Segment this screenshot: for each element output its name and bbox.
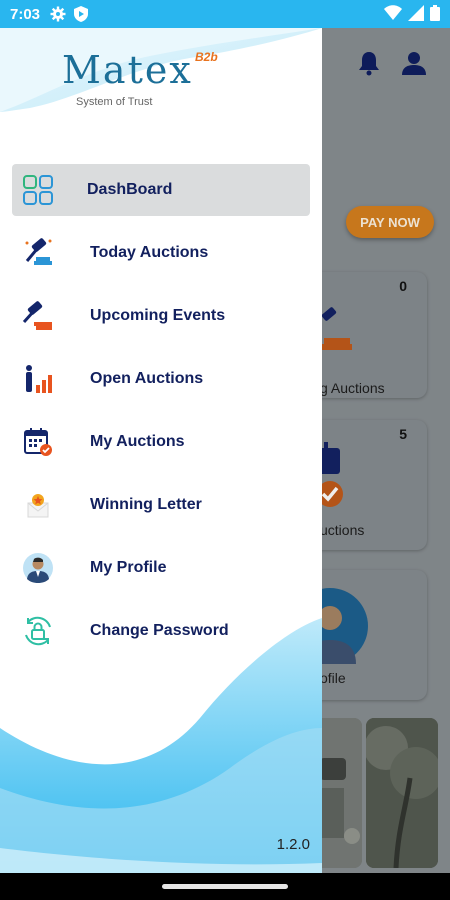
logo-suffix: B2b bbox=[195, 50, 218, 64]
menu-item-today-auctions[interactable]: Today Auctions bbox=[12, 227, 310, 279]
menu-label: Winning Letter bbox=[90, 496, 202, 513]
card-label: ofile bbox=[320, 670, 346, 686]
card-count: 5 bbox=[399, 426, 407, 442]
dashboard-icon bbox=[23, 175, 53, 205]
gavel-icon bbox=[25, 238, 52, 265]
menu-item-change-password[interactable]: Change Password bbox=[12, 605, 310, 657]
pay-now-button[interactable]: PAY NOW bbox=[346, 206, 434, 238]
profile-avatar-icon bbox=[23, 553, 53, 583]
banner-photo bbox=[366, 718, 438, 868]
bar-chart-person-icon bbox=[26, 365, 52, 393]
card-label: g Auctions bbox=[320, 380, 385, 396]
card-count: 0 bbox=[399, 278, 407, 294]
shield-play-icon bbox=[74, 6, 89, 22]
battery-icon bbox=[430, 5, 440, 21]
menu-label: Today Auctions bbox=[90, 244, 209, 261]
menu-label: My Auctions bbox=[90, 433, 185, 450]
menu-label: Open Auctions bbox=[90, 370, 204, 387]
settings-icon bbox=[50, 6, 66, 22]
logo-name: Matex bbox=[62, 48, 193, 92]
gavel-icon bbox=[320, 307, 352, 350]
account-icon[interactable] bbox=[401, 50, 427, 76]
menu-item-winning-letter[interactable]: Winning Letter bbox=[12, 479, 310, 531]
menu-label: Change Password bbox=[90, 622, 229, 639]
matex-logo: Matex B2b System of Trust bbox=[62, 48, 232, 118]
award-letter-icon bbox=[27, 494, 49, 518]
menu-label: Upcoming Events bbox=[90, 307, 226, 324]
system-navigation-bar bbox=[0, 873, 450, 900]
upcoming-gavel-icon bbox=[22, 301, 52, 330]
menu-label: My Profile bbox=[90, 559, 167, 576]
notification-bell-icon[interactable] bbox=[356, 50, 382, 76]
profile-avatar-icon bbox=[318, 588, 368, 664]
navigation-drawer: Matex B2b System of Trust DashBoard Toda… bbox=[0, 28, 322, 873]
card-label: uctions bbox=[320, 522, 365, 538]
wifi-icon bbox=[384, 5, 402, 20]
cell-signal-icon bbox=[408, 5, 424, 21]
menu-item-my-auctions[interactable]: My Auctions bbox=[12, 416, 310, 468]
menu-item-dashboard[interactable]: DashBoard bbox=[12, 164, 310, 216]
menu-item-my-profile[interactable]: My Profile bbox=[12, 542, 310, 594]
calendar-check-icon bbox=[24, 428, 52, 456]
home-gesture-handle[interactable] bbox=[162, 884, 288, 889]
status-bar: 7:03 bbox=[0, 0, 450, 28]
calendar-check-icon bbox=[318, 442, 343, 507]
lock-refresh-icon bbox=[25, 616, 51, 646]
menu-item-upcoming-events[interactable]: Upcoming Events bbox=[12, 290, 310, 342]
status-time: 7:03 bbox=[10, 5, 41, 23]
app-version: 1.2.0 bbox=[276, 836, 310, 853]
menu-label: DashBoard bbox=[87, 181, 173, 198]
logo-tagline: System of Trust bbox=[76, 96, 153, 108]
menu-item-open-auctions[interactable]: Open Auctions bbox=[12, 353, 310, 405]
